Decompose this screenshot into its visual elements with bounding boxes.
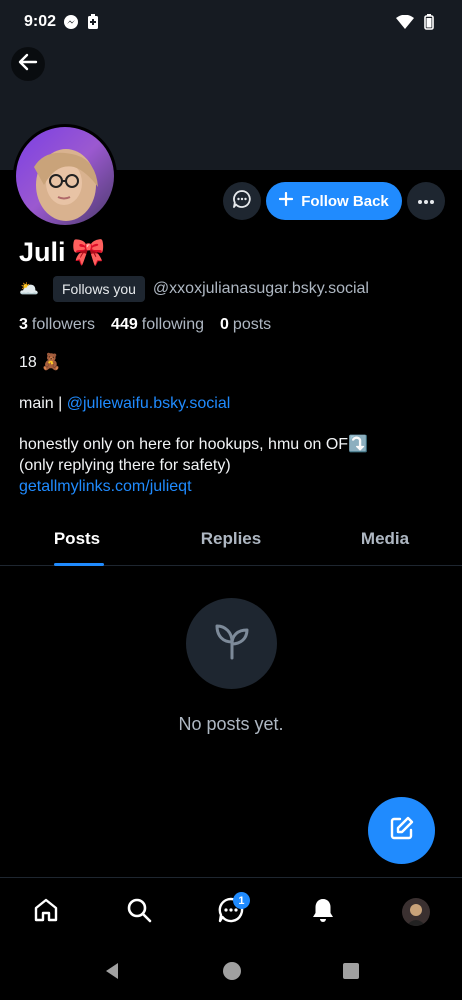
system-icons (396, 14, 434, 35)
follows-you-badge: Follows you (53, 276, 145, 302)
profile-stats: 3 followers 449 following 0 posts (19, 316, 271, 334)
profile-tabs: Posts Replies Media (0, 520, 462, 566)
back-button[interactable] (11, 47, 45, 81)
profile-bio: 18 🧸 main | @juliewaifu.bsky.social hone… (19, 352, 439, 497)
bottom-navigation: 1 (0, 877, 462, 946)
messenger-icon (63, 14, 79, 35)
follow-back-button[interactable]: Follow Back (266, 182, 402, 220)
compose-icon (388, 814, 416, 847)
empty-state-text: No posts yet. (178, 714, 284, 734)
sprout-icon (209, 618, 255, 669)
sun-behind-cloud-emoji: 🌥️ (19, 281, 39, 298)
profile-handle: @xxoxjulianasugar.bsky.social (152, 280, 369, 297)
ellipsis-icon (417, 192, 435, 210)
tab-media-label: Media (360, 529, 410, 548)
posts-label: posts (232, 316, 272, 333)
android-system-nav (0, 946, 462, 1000)
chat-bubble-icon (232, 189, 252, 214)
bio-line-safety: (only replying there for safety) (19, 457, 231, 474)
tab-media[interactable]: Media (308, 520, 462, 565)
profile-avatar[interactable] (13, 124, 117, 228)
nav-messages[interactable]: 1 (209, 890, 253, 934)
tab-replies-label: Replies (200, 529, 262, 548)
search-icon (125, 896, 153, 929)
bow-emoji: 🎀 (71, 237, 106, 267)
nav-search[interactable] (117, 890, 161, 934)
arrow-left-icon (17, 51, 39, 78)
bio-main-prefix: main | (19, 395, 67, 412)
following-label[interactable]: following (142, 316, 204, 334)
home-icon (32, 896, 60, 929)
status-time: 9:02 (24, 13, 57, 30)
handle-row: 🌥️ Follows you @xxoxjulianasugar.bsky.so… (19, 274, 369, 304)
follow-back-label: Follow Back (301, 192, 389, 210)
android-recents-icon[interactable] (342, 962, 360, 985)
messages-unread-badge: 1 (232, 892, 250, 909)
tab-posts-label: Posts (53, 529, 101, 548)
message-button[interactable] (223, 182, 261, 220)
tab-replies[interactable]: Replies (154, 520, 308, 565)
status-bar: 9:02 (0, 0, 462, 46)
nav-profile[interactable] (394, 890, 438, 934)
followers-label[interactable]: followers (32, 316, 95, 334)
following-count[interactable]: 449 (111, 316, 138, 334)
android-home-icon[interactable] (222, 961, 242, 986)
battery-saver-icon (87, 14, 99, 35)
more-options-button[interactable] (407, 182, 445, 220)
nav-home[interactable] (24, 890, 68, 934)
notification-icons (63, 14, 99, 35)
android-back-icon[interactable] (102, 961, 122, 986)
bio-main-link[interactable]: @juliewaifu.bsky.social (67, 395, 231, 412)
empty-state-icon-circle (186, 598, 277, 689)
bio-line-text: honestly only on here for hookups, hmu o… (19, 436, 368, 453)
nav-notifications[interactable] (301, 890, 345, 934)
bio-line-main: main | @juliewaifu.bsky.social (19, 393, 439, 414)
bio-links-url[interactable]: getallmylinks.com/julieqt (19, 476, 439, 497)
plus-icon (279, 191, 294, 210)
display-name-text: Juli (19, 236, 66, 267)
profile-avatar-small (401, 898, 430, 926)
bio-line-age: 18 🧸 (19, 354, 62, 371)
compose-post-button[interactable] (368, 797, 435, 864)
display-name: Juli 🎀 (19, 236, 105, 268)
posts-count: 0 (220, 316, 229, 333)
followers-count[interactable]: 3 (19, 316, 28, 334)
active-tab-indicator (54, 563, 104, 566)
bell-icon (309, 896, 337, 929)
tab-posts[interactable]: Posts (0, 520, 154, 565)
wifi-icon (396, 14, 414, 34)
battery-icon (424, 14, 434, 35)
